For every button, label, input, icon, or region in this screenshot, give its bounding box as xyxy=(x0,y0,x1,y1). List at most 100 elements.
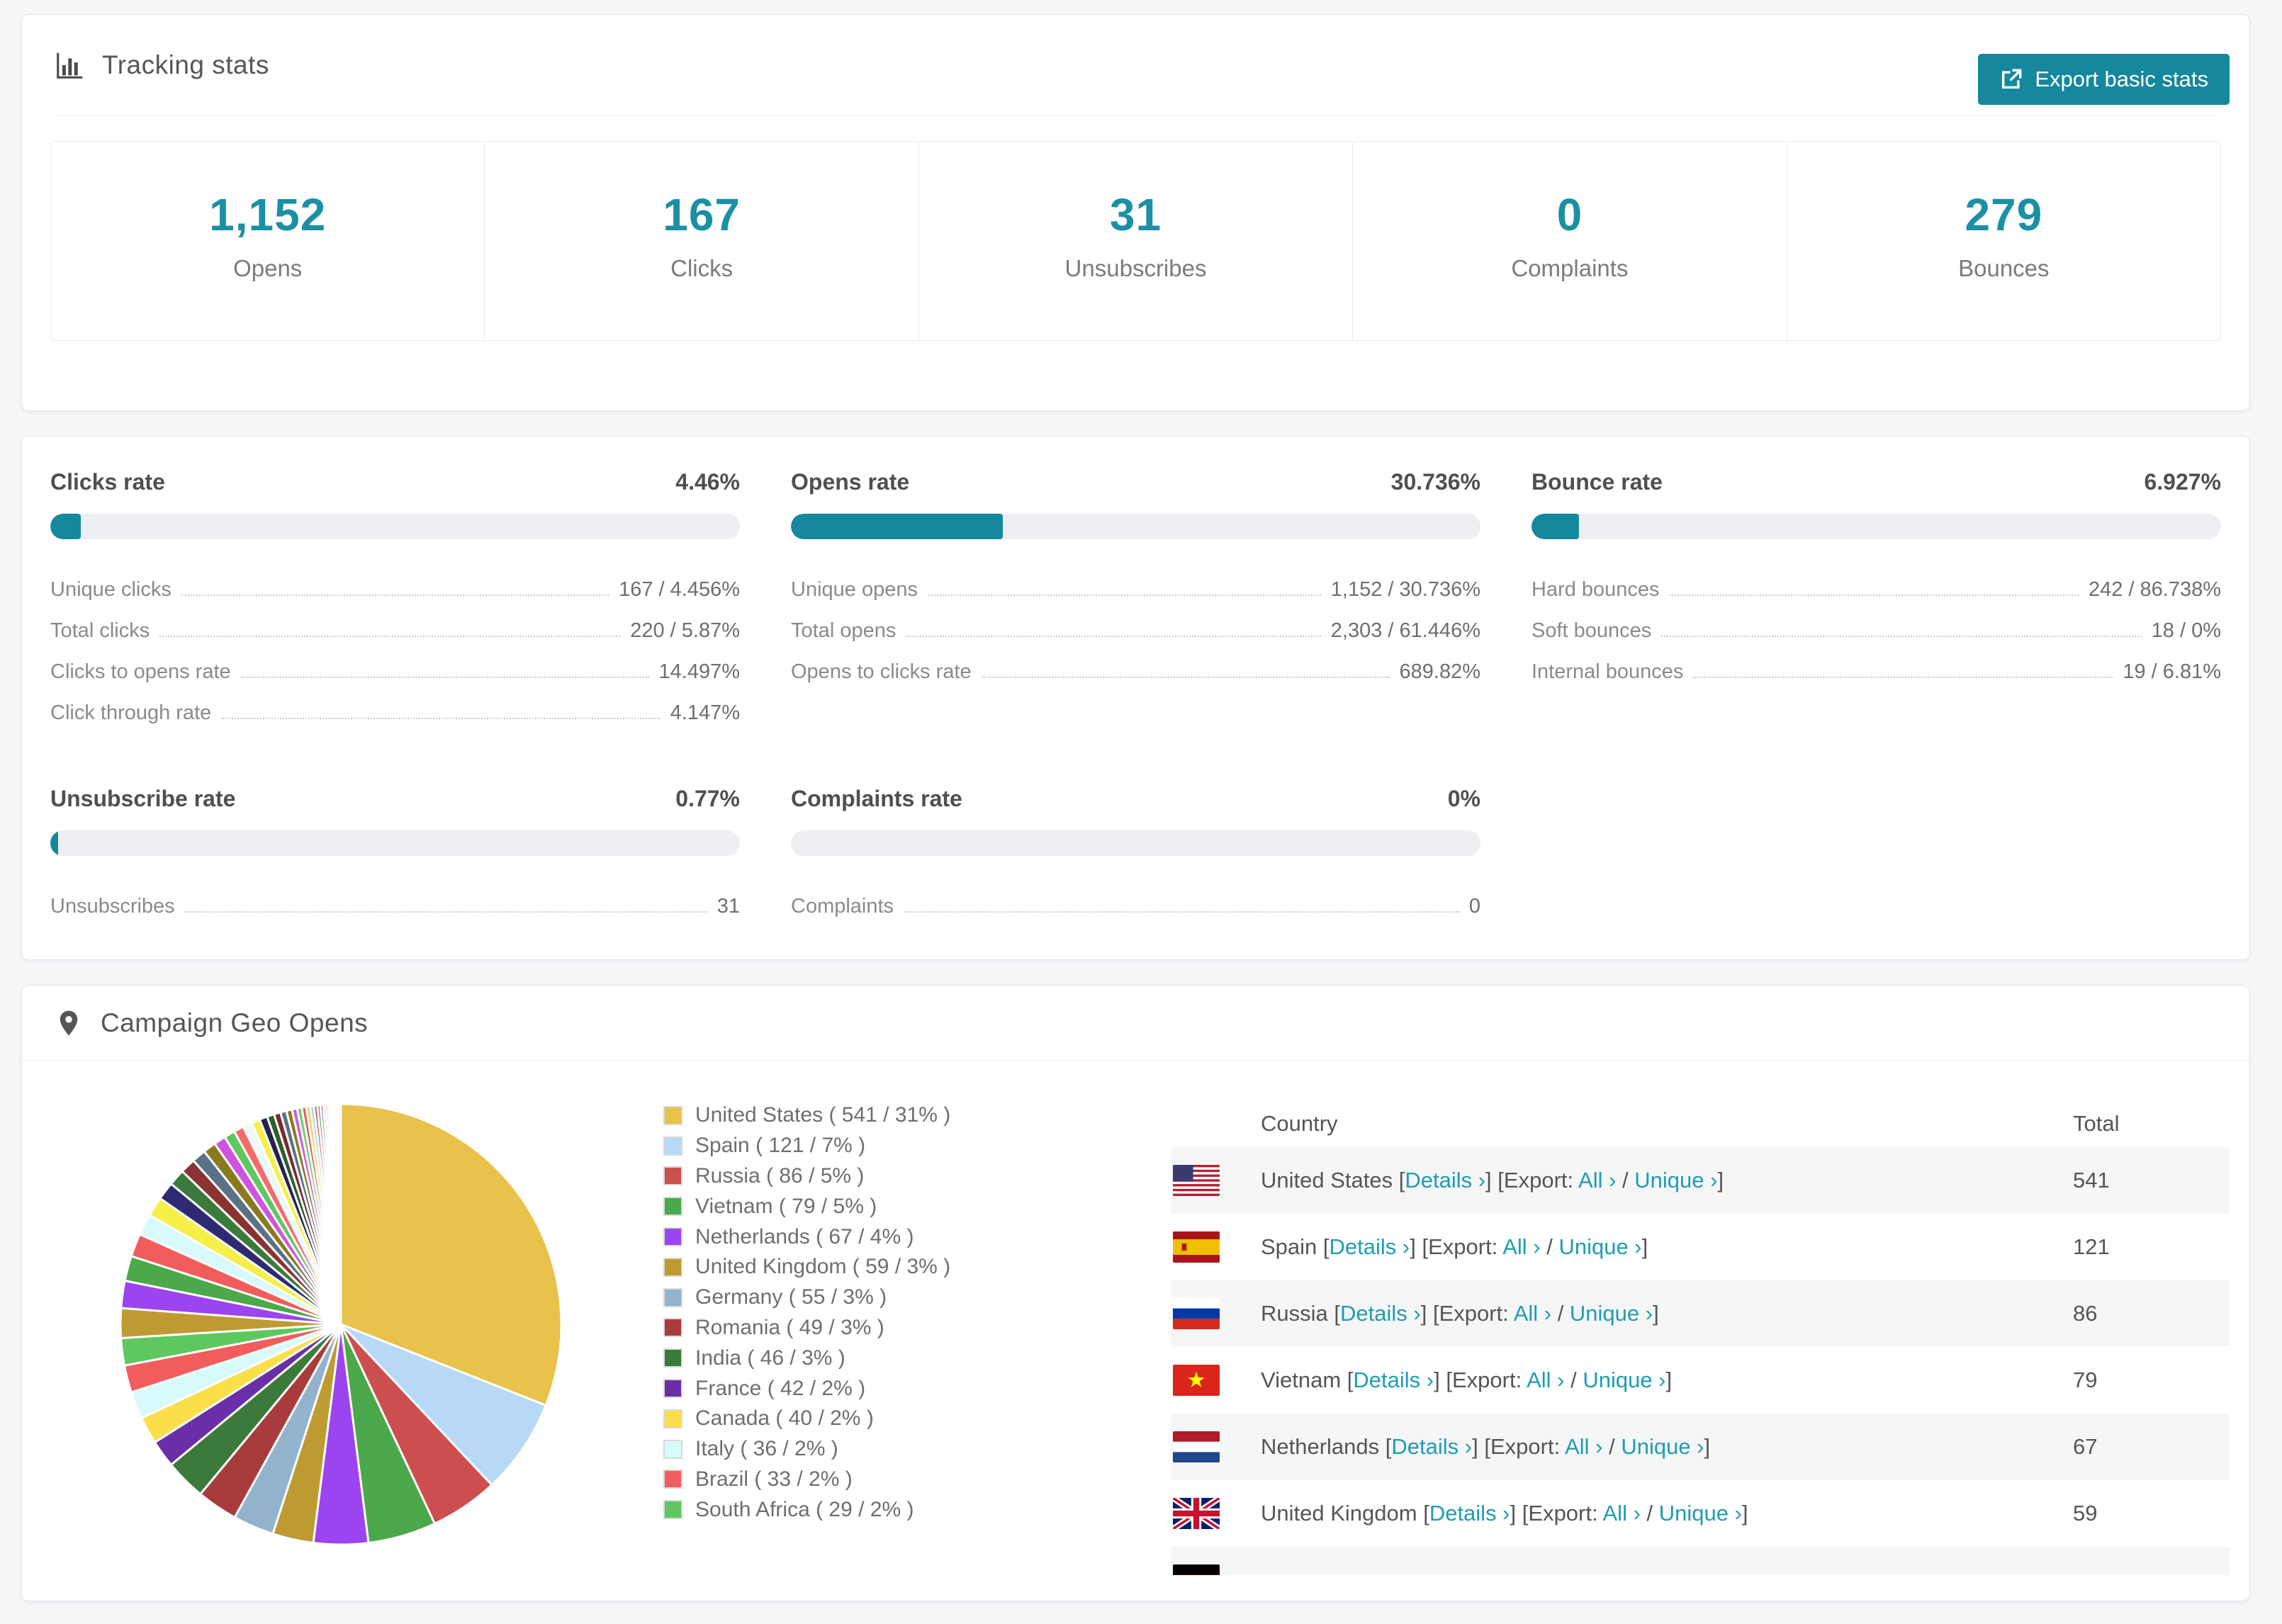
rate-value: 4.46% xyxy=(675,469,740,495)
rate-value: 0% xyxy=(1447,786,1480,811)
export-all-link[interactable]: All › xyxy=(1527,1368,1564,1392)
bottom-mask xyxy=(22,1575,2249,1601)
export-unique-link[interactable]: Unique › xyxy=(1659,1501,1742,1526)
legend-swatch xyxy=(663,1500,682,1520)
country-cell: United Kingdom [Details ›] [Export: All … xyxy=(1261,1501,1748,1526)
legend-item[interactable]: South Africa ( 29 / 2% ) xyxy=(663,1494,950,1525)
export-all-link[interactable]: All › xyxy=(1603,1501,1641,1526)
country-cell: Netherlands [Details ›] [Export: All › /… xyxy=(1261,1434,1711,1459)
opens-rate-block: Opens rate 30.736% Unique opens 1,152 / 3… xyxy=(791,469,1480,728)
rate-detail-row: Unsubscribes 31 xyxy=(50,880,740,921)
legend-label: India ( 46 / 3% ) xyxy=(695,1346,845,1370)
legend-item[interactable]: Germany ( 55 / 3% ) xyxy=(663,1282,950,1313)
legend-label: France ( 42 / 2% ) xyxy=(695,1376,866,1400)
page-title: Tracking stats xyxy=(102,50,269,79)
legend-item[interactable]: Vietnam ( 79 / 5% ) xyxy=(663,1191,950,1222)
stat-label: Unsubscribes xyxy=(1064,255,1207,281)
rate-title: Opens rate xyxy=(791,469,910,495)
rate-detail-row: Soft bounces 18 / 0% xyxy=(1531,604,2221,645)
rate-title: Bounce rate xyxy=(1531,469,1663,495)
legend-label: Russia ( 86 / 5% ) xyxy=(695,1163,865,1188)
dotted-leader xyxy=(221,718,661,719)
rate-detail-value: 0 xyxy=(1468,895,1480,918)
es-flag-icon xyxy=(1173,1231,1220,1263)
export-all-link[interactable]: All › xyxy=(1514,1301,1551,1326)
export-basic-stats-button[interactable]: Export basic stats xyxy=(1978,54,2230,105)
geo-pie-chart[interactable] xyxy=(114,1098,568,1551)
rate-detail-value: 4.147% xyxy=(670,701,740,724)
details-link[interactable]: Details › xyxy=(1405,1168,1485,1192)
rate-detail-label: Unique opens xyxy=(791,578,918,601)
dotted-leader xyxy=(1693,677,2113,678)
legend-item[interactable]: United Kingdom ( 59 / 3% ) xyxy=(663,1252,950,1282)
rate-detail-label: Opens to clicks rate xyxy=(791,660,972,683)
export-unique-link[interactable]: Unique › xyxy=(1558,1234,1641,1259)
stat-value: 279 xyxy=(1965,189,2043,240)
rate-title: Complaints rate xyxy=(791,786,962,811)
details-link[interactable]: Details › xyxy=(1391,1434,1472,1459)
legend-label: Netherlands ( 67 / 4% ) xyxy=(695,1224,914,1248)
dotted-leader xyxy=(1669,594,2079,596)
clicks-rate-block: Clicks rate 4.46% Unique clicks 167 / 4.4… xyxy=(50,469,740,728)
rate-detail-label: Total opens xyxy=(791,619,896,642)
legend-item[interactable]: Spain ( 121 / 7% ) xyxy=(663,1131,950,1161)
details-link[interactable]: Details › xyxy=(1429,1501,1510,1526)
nl-flag-icon xyxy=(1173,1431,1220,1462)
total-cell: 121 xyxy=(2073,1234,2110,1259)
rate-detail-label: Unsubscribes xyxy=(50,895,175,918)
rate-detail-value: 18 / 0% xyxy=(2151,619,2221,642)
geo-table-row: United Kingdom [Details ›] [Export: All … xyxy=(1171,1480,2230,1547)
legend-swatch xyxy=(663,1379,682,1399)
country-cell: Spain [Details ›] [Export: All › / Uniqu… xyxy=(1261,1234,1648,1259)
export-all-link[interactable]: All › xyxy=(1578,1168,1616,1192)
legend-item[interactable]: Romania ( 49 / 3% ) xyxy=(663,1313,950,1343)
details-link[interactable]: Details › xyxy=(1340,1301,1421,1326)
export-all-link[interactable]: All › xyxy=(1565,1434,1602,1459)
details-link[interactable]: Details › xyxy=(1330,1234,1410,1259)
complaints-rate-bar xyxy=(791,830,1480,856)
export-unique-link[interactable]: Unique › xyxy=(1583,1368,1665,1392)
legend-swatch xyxy=(663,1227,682,1247)
rate-detail-row: Hard bounces 242 / 86.738% xyxy=(1531,563,2221,604)
geo-table-row: Netherlands [Details ›] [Export: All › /… xyxy=(1171,1414,2230,1480)
legend-swatch xyxy=(663,1348,682,1368)
stat-unsubscribes: 31 Unsubscribes xyxy=(918,142,1352,340)
legend-item[interactable]: Italy ( 36 / 2% ) xyxy=(663,1434,950,1465)
stat-value: 31 xyxy=(1109,189,1162,240)
stat-value: 1,152 xyxy=(209,189,327,240)
export-unique-link[interactable]: Unique › xyxy=(1634,1168,1717,1192)
legend-label: United Kingdom ( 59 / 3% ) xyxy=(695,1255,951,1279)
rate-detail-value: 689.82% xyxy=(1399,660,1481,683)
rate-detail-label: Unique clicks xyxy=(50,578,172,601)
total-cell: 79 xyxy=(2073,1368,2098,1392)
us-flag-icon xyxy=(1173,1165,1220,1196)
stat-value: 0 xyxy=(1556,189,1583,240)
legend-item[interactable]: Canada ( 40 / 2% ) xyxy=(663,1404,950,1434)
legend-label: Brazil ( 33 / 2% ) xyxy=(695,1467,853,1491)
legend-item[interactable]: Russia ( 86 / 5% ) xyxy=(663,1161,950,1192)
legend-item[interactable]: India ( 46 / 3% ) xyxy=(663,1343,950,1373)
geo-table-header: Country Total xyxy=(1171,1100,2230,1147)
rate-detail-row: Click through rate 4.147% xyxy=(50,687,740,728)
export-all-link[interactable]: All › xyxy=(1502,1234,1540,1259)
legend-label: Italy ( 36 / 2% ) xyxy=(695,1437,838,1461)
rate-detail-label: Clicks to opens rate xyxy=(50,660,231,683)
rate-detail-row: Complaints 0 xyxy=(791,880,1480,921)
legend-item[interactable]: United States ( 541 / 31% ) xyxy=(663,1100,950,1131)
total-cell: 59 xyxy=(2073,1501,2098,1526)
dotted-leader xyxy=(159,636,621,637)
legend-item[interactable]: France ( 42 / 2% ) xyxy=(663,1373,950,1404)
country-cell: Vietnam [Details ›] [Export: All › / Uni… xyxy=(1261,1368,1673,1392)
geo-table-row: United States [Details ›] [Export: All ›… xyxy=(1171,1147,2230,1214)
legend-swatch xyxy=(663,1197,682,1217)
total-cell: 67 xyxy=(2073,1434,2098,1459)
rate-detail-value: 242 / 86.738% xyxy=(2088,578,2221,601)
bounce-rate-bar xyxy=(1531,514,2221,539)
unsubscribe-rate-block: Unsubscribe rate 0.77% Unsubscribes 31 xyxy=(50,786,740,921)
legend-item[interactable]: Brazil ( 33 / 2% ) xyxy=(663,1465,950,1495)
export-unique-link[interactable]: Unique › xyxy=(1621,1434,1704,1459)
export-unique-link[interactable]: Unique › xyxy=(1570,1301,1653,1326)
legend-item[interactable]: Netherlands ( 67 / 4% ) xyxy=(663,1222,950,1252)
legend-label: Germany ( 55 / 3% ) xyxy=(695,1285,887,1309)
details-link[interactable]: Details › xyxy=(1353,1368,1434,1392)
